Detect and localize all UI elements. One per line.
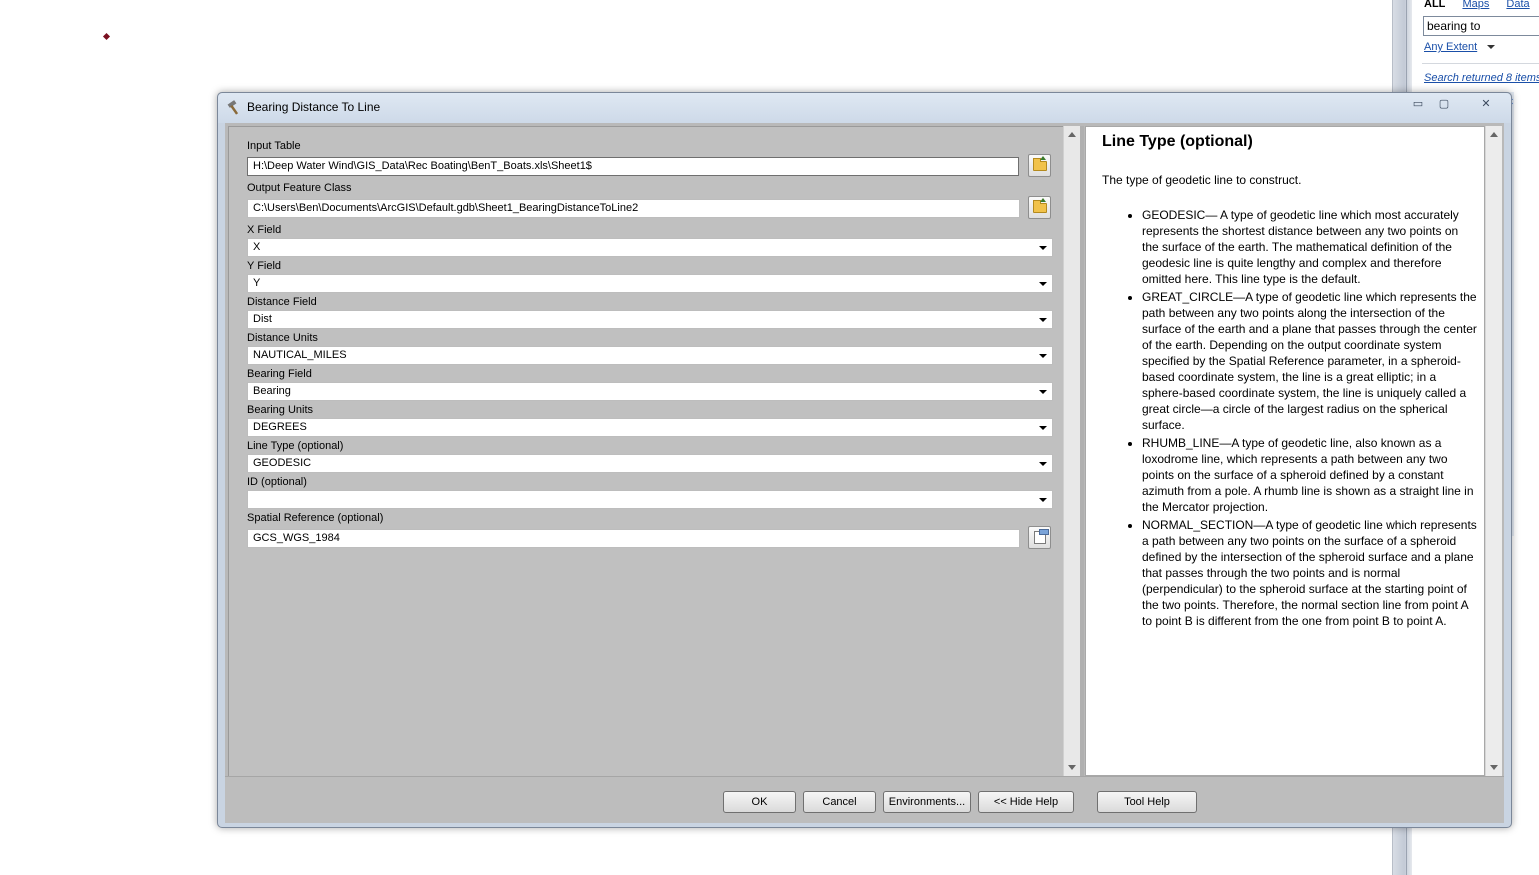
- output-feature-class-field[interactable]: C:\Users\Ben\Documents\ArcGIS\Default.gd…: [247, 199, 1020, 218]
- input-table-browse-button[interactable]: [1028, 154, 1051, 177]
- line-type-value: GEODESIC: [253, 457, 312, 469]
- bearing-units-label: Bearing Units: [247, 404, 314, 416]
- dialog-title: Bearing Distance To Line: [247, 100, 381, 114]
- help-list: GEODESIC— A type of geodetic line which …: [1102, 207, 1478, 631]
- help-item-rhumb-line: RHUMB_LINE—A type of geodetic line, also…: [1142, 435, 1478, 515]
- search-tab-maps[interactable]: Maps: [1462, 0, 1489, 10]
- hammer-icon: [226, 99, 243, 116]
- x-field-select[interactable]: X: [247, 238, 1053, 257]
- bearing-units-select[interactable]: DEGREES: [247, 418, 1053, 437]
- maximize-button[interactable]: ▢: [1431, 97, 1457, 112]
- scroll-down-icon[interactable]: [1068, 765, 1076, 770]
- cancel-button[interactable]: Cancel: [803, 791, 876, 813]
- help-scrollbar[interactable]: [1485, 126, 1502, 776]
- help-item-great-circle: GREAT_CIRCLE—A type of geodetic line whi…: [1142, 289, 1478, 433]
- extent-dropdown[interactable]: Any Extent: [1424, 41, 1477, 53]
- line-type-label: Line Type (optional): [247, 440, 344, 452]
- y-field-label: Y Field: [247, 260, 282, 272]
- help-item-normal-section: NORMAL_SECTION—A type of geodetic line w…: [1142, 517, 1478, 629]
- spatial-reference-field[interactable]: GCS_WGS_1984: [247, 529, 1020, 548]
- open-folder-icon: [1033, 156, 1047, 171]
- distance-units-value: NAUTICAL_MILES: [253, 349, 347, 361]
- panel-splitter[interactable]: [1080, 126, 1084, 776]
- search-tab-data[interactable]: Data: [1506, 0, 1529, 10]
- dialog-body: Input Table H:\Deep Water Wind\GIS_Data\…: [225, 123, 1504, 823]
- spatial-reference-properties-button[interactable]: [1028, 526, 1051, 549]
- scroll-down-icon[interactable]: [1490, 765, 1498, 770]
- open-folder-icon: [1033, 198, 1047, 213]
- chevron-down-icon[interactable]: [1487, 45, 1495, 49]
- environments-button[interactable]: Environments...: [883, 791, 971, 813]
- output-feature-class-value: C:\Users\Ben\Documents\ArcGIS\Default.gd…: [253, 202, 639, 214]
- spatial-reference-value: GCS_WGS_1984: [253, 532, 340, 544]
- help-panel: Line Type (optional) The type of geodeti…: [1085, 126, 1485, 776]
- bearing-field-value: Bearing: [253, 385, 291, 397]
- help-item-geodesic: GEODESIC— A type of geodetic line which …: [1142, 207, 1478, 287]
- map-point-marker: [102, 32, 111, 41]
- search-results-count[interactable]: Search returned 8 items: [1424, 72, 1539, 84]
- ok-button[interactable]: OK: [723, 791, 796, 813]
- properties-icon: [1034, 529, 1049, 544]
- scroll-up-icon[interactable]: [1068, 132, 1076, 137]
- tool-help-button[interactable]: Tool Help: [1097, 791, 1197, 813]
- parameters-scrollbar[interactable]: [1063, 126, 1080, 776]
- close-button[interactable]: ✕: [1468, 97, 1504, 112]
- bearing-field-select[interactable]: Bearing: [247, 382, 1053, 401]
- x-field-value: X: [253, 241, 261, 253]
- button-bar: OK Cancel Environments... << Hide Help T…: [225, 776, 1504, 823]
- output-feature-class-browse-button[interactable]: [1028, 196, 1051, 219]
- bearing-field-label: Bearing Field: [247, 368, 312, 380]
- bearing-units-value: DEGREES: [253, 421, 307, 433]
- divider: [1422, 63, 1539, 64]
- id-label: ID (optional): [247, 476, 307, 488]
- y-field-value: Y: [253, 277, 261, 289]
- help-intro: The type of geodetic line to construct.: [1102, 173, 1302, 187]
- y-field-select[interactable]: Y: [247, 274, 1053, 293]
- distance-field-value: Dist: [253, 313, 272, 325]
- output-feature-class-label: Output Feature Class: [247, 182, 352, 194]
- help-title: Line Type (optional): [1102, 133, 1253, 150]
- minimize-button[interactable]: ▭: [1405, 97, 1431, 112]
- search-tab-all[interactable]: ALL: [1424, 0, 1445, 10]
- search-input[interactable]: [1423, 16, 1539, 36]
- parameters-panel: Input Table H:\Deep Water Wind\GIS_Data\…: [228, 126, 1063, 776]
- distance-field-select[interactable]: Dist: [247, 310, 1053, 329]
- hide-help-button[interactable]: << Hide Help: [978, 791, 1074, 813]
- input-table-field[interactable]: H:\Deep Water Wind\GIS_Data\Rec Boating\…: [247, 157, 1019, 176]
- line-type-select[interactable]: GEODESIC: [247, 454, 1053, 473]
- bearing-distance-dialog: Bearing Distance To Line ▭ ▢ ✕ Input Tab…: [217, 92, 1512, 828]
- input-table-value: H:\Deep Water Wind\GIS_Data\Rec Boating\…: [253, 160, 592, 172]
- distance-units-label: Distance Units: [247, 332, 318, 344]
- distance-units-select[interactable]: NAUTICAL_MILES: [247, 346, 1053, 365]
- scroll-up-icon[interactable]: [1490, 132, 1498, 137]
- search-tabs: ALL Maps Data: [1424, 0, 1539, 10]
- id-select[interactable]: [247, 490, 1053, 509]
- x-field-label: X Field: [247, 224, 282, 236]
- distance-field-label: Distance Field: [247, 296, 317, 308]
- dialog-titlebar[interactable]: Bearing Distance To Line ▭ ▢ ✕: [218, 93, 1511, 123]
- spatial-reference-label: Spatial Reference (optional): [247, 512, 384, 524]
- input-table-label: Input Table: [247, 140, 301, 152]
